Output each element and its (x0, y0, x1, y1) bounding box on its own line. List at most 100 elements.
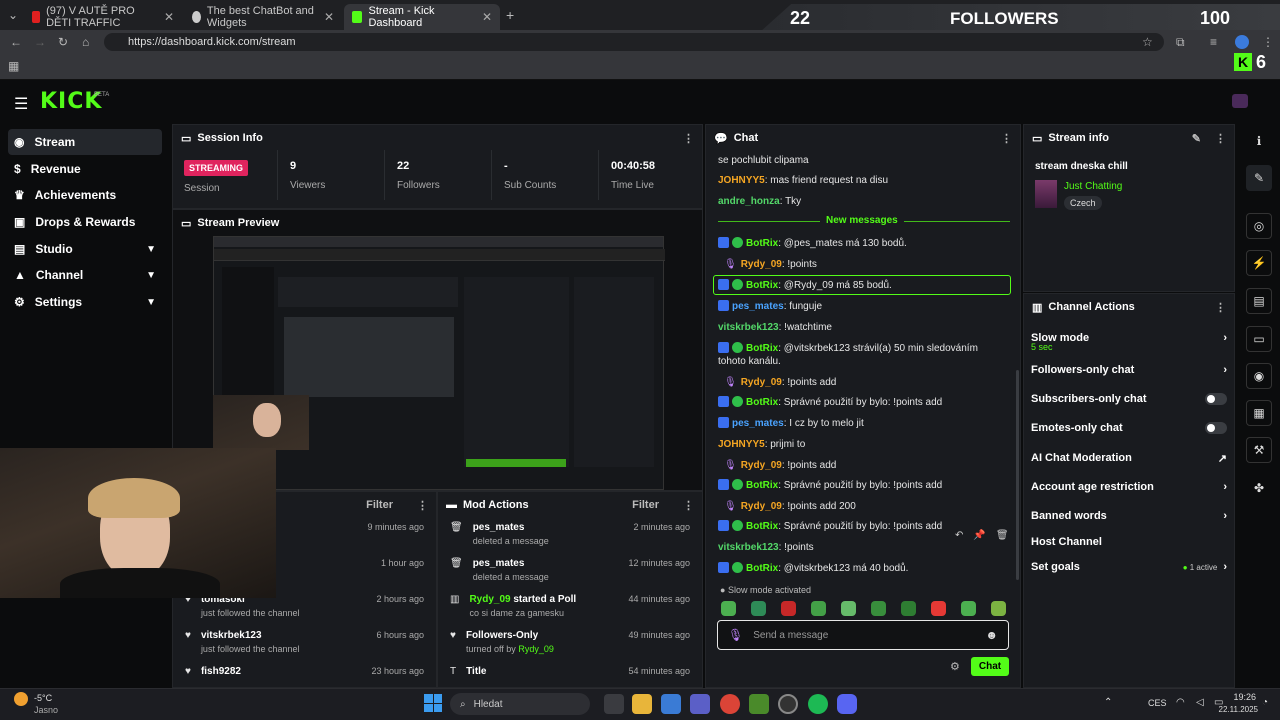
chat-user[interactable]: pes_mates (732, 301, 784, 312)
store-icon[interactable] (661, 694, 681, 714)
chat-user[interactable]: andre_honza (718, 196, 780, 207)
emotes-only-action[interactable]: Emotes-only chat (1031, 417, 1227, 439)
emote-2[interactable] (751, 601, 766, 616)
profile-avatar[interactable] (1235, 35, 1249, 49)
forward-icon[interactable]: → (34, 35, 46, 49)
apps-grid-icon[interactable]: ▦ (8, 59, 19, 73)
pin-icon[interactable]: 📌 (973, 530, 985, 546)
chat-bubble-icon[interactable]: ▭ (1246, 326, 1272, 352)
browser-tab-3[interactable]: Stream - Kick Dashboard ✕ (344, 4, 500, 30)
clock-time[interactable]: 19:26 (1222, 692, 1256, 702)
layout-icon[interactable]: ▦ (1246, 400, 1272, 426)
chat-user[interactable]: BotRix (746, 238, 778, 249)
taskbar-search[interactable]: ⌕ Hledat (450, 693, 590, 715)
subscribers-only-toggle[interactable] (1205, 393, 1227, 405)
chat-settings-icon[interactable]: ⚙ (950, 660, 960, 673)
emote-7[interactable] (901, 601, 916, 616)
language-indicator[interactable]: CES (1148, 698, 1167, 708)
chat-user[interactable]: Rydy_09 (741, 460, 782, 471)
broadcast-icon[interactable]: ◉ (1246, 363, 1272, 389)
sidebar-item-studio[interactable]: ▤ Studio ▼ (8, 236, 162, 262)
browser-tab-2[interactable]: The best ChatBot and Widgets ✕ (184, 4, 342, 30)
chat-user[interactable]: vitskrbek123 (718, 542, 779, 553)
banned-words-action[interactable]: Banned words › (1031, 505, 1227, 527)
sidebar-item-channel[interactable]: ▲ Channel ▼ (8, 262, 162, 288)
spotify-icon[interactable] (808, 694, 828, 714)
emoji-icon[interactable]: ☻ (985, 628, 998, 642)
tab-search-icon[interactable]: ⌄ (8, 8, 18, 22)
chat-input-box[interactable]: 🎙 Send a message ☻ (717, 620, 1009, 650)
chat-user[interactable]: pes_mates (732, 418, 784, 429)
chat-scrollbar[interactable] (1016, 370, 1019, 580)
kebab-icon[interactable]: ⋮ (683, 499, 694, 512)
delete-icon[interactable]: 🗑 (996, 530, 1009, 546)
url-bar[interactable]: https://dashboard.kick.com/stream (104, 33, 1164, 51)
wifi-icon[interactable]: ◠ (1176, 697, 1185, 708)
clock-date[interactable]: 22.11.2025 (1212, 705, 1258, 714)
kebab-icon[interactable]: ⋮ (417, 499, 428, 512)
stream-preview-video[interactable] (213, 236, 665, 490)
filter-button[interactable]: Filter (632, 499, 659, 511)
chat-user[interactable]: Rydy_09 (741, 259, 782, 270)
info-icon[interactable]: ℹ (1246, 128, 1272, 154)
chat-user[interactable]: BotRix (746, 480, 778, 491)
ai-moderation-action[interactable]: AI Chat Moderation ↗ (1031, 447, 1227, 469)
hammer-icon[interactable]: ⚒ (1246, 437, 1272, 463)
emote-8[interactable] (931, 601, 946, 616)
extensions-icon[interactable]: ⧉ (1176, 35, 1185, 50)
sidebar-item-revenue[interactable]: $ Revenue (8, 156, 162, 182)
teams-icon[interactable] (690, 694, 710, 714)
emote-1[interactable] (721, 601, 736, 616)
chat-user[interactable]: BotRix (746, 397, 778, 408)
emote-4[interactable] (811, 601, 826, 616)
close-tab-icon[interactable]: ✕ (324, 10, 334, 24)
chrome-icon[interactable] (720, 694, 740, 714)
chat-send-button[interactable]: Chat (971, 657, 1009, 676)
kebab-icon[interactable]: ⋮ (1215, 301, 1226, 314)
chat-user[interactable]: BotRix (746, 563, 778, 574)
new-tab-icon[interactable]: + (506, 7, 514, 23)
target-icon[interactable]: ◎ (1246, 213, 1272, 239)
emote-9[interactable] (961, 601, 976, 616)
chat-user[interactable]: BotRix (746, 343, 778, 354)
reload-icon[interactable]: ↻ (58, 35, 68, 49)
widgets-icon[interactable]: ✤ (1246, 475, 1272, 501)
notifications-icon[interactable]: ◔ (1262, 697, 1268, 708)
browser-tab-1[interactable]: (97) V AUTĚ PRO DĚTI TRAFFIC ✕ (24, 4, 182, 30)
back-icon[interactable]: ← (10, 35, 22, 49)
kebab-icon[interactable]: ⋮ (683, 132, 694, 145)
emote-6[interactable] (871, 601, 886, 616)
kebab-icon[interactable]: ⋮ (1215, 132, 1226, 145)
chat-user[interactable]: Rydy_09 (741, 501, 782, 512)
filter-button[interactable]: Filter (366, 499, 393, 511)
slow-mode-action[interactable]: Slow mode › (1031, 327, 1227, 349)
set-goals-action[interactable]: Set goals ● 1 active › (1031, 556, 1227, 578)
edit-icon[interactable]: ✎ (1246, 165, 1272, 191)
hamburger-menu-icon[interactable]: ☰ (14, 94, 28, 114)
emote-10[interactable] (991, 601, 1006, 616)
emotes-only-toggle[interactable] (1205, 422, 1227, 434)
bookmark-star-icon[interactable]: ☆ (1142, 35, 1153, 49)
clipboard-icon[interactable]: ▤ (1246, 288, 1272, 314)
emote-5[interactable] (841, 601, 856, 616)
chat-user[interactable]: JOHNYY5 (718, 175, 765, 186)
task-view-icon[interactable] (604, 694, 624, 714)
account-age-action[interactable]: Account age restriction › (1031, 476, 1227, 498)
volume-icon[interactable]: ◁ (1196, 697, 1204, 708)
sidebar-item-drops[interactable]: ▣ Drops & Rewards (8, 209, 162, 235)
chat-user[interactable]: vitskrbek123 (718, 322, 779, 333)
lightning-icon[interactable]: ⚡ (1246, 250, 1272, 276)
followers-only-action[interactable]: Followers-only chat › (1031, 359, 1227, 381)
chat-user[interactable]: JOHNYY5 (718, 439, 765, 450)
edit-icon[interactable]: ✎ (1192, 132, 1201, 145)
close-tab-icon[interactable]: ✕ (164, 10, 174, 24)
category-name[interactable]: Just Chatting (1064, 181, 1122, 192)
menu-icon[interactable]: ⋮ (1262, 35, 1274, 49)
home-icon[interactable]: ⌂ (82, 35, 89, 49)
discord-icon[interactable] (837, 694, 857, 714)
reply-icon[interactable]: ↶ (955, 530, 963, 546)
host-channel-action[interactable]: Host Channel (1031, 531, 1227, 553)
media-icon[interactable]: ≡ (1210, 35, 1217, 49)
sidebar-item-settings[interactable]: ⚙ Settings ▼ (8, 289, 162, 315)
obs-icon[interactable] (778, 694, 798, 714)
